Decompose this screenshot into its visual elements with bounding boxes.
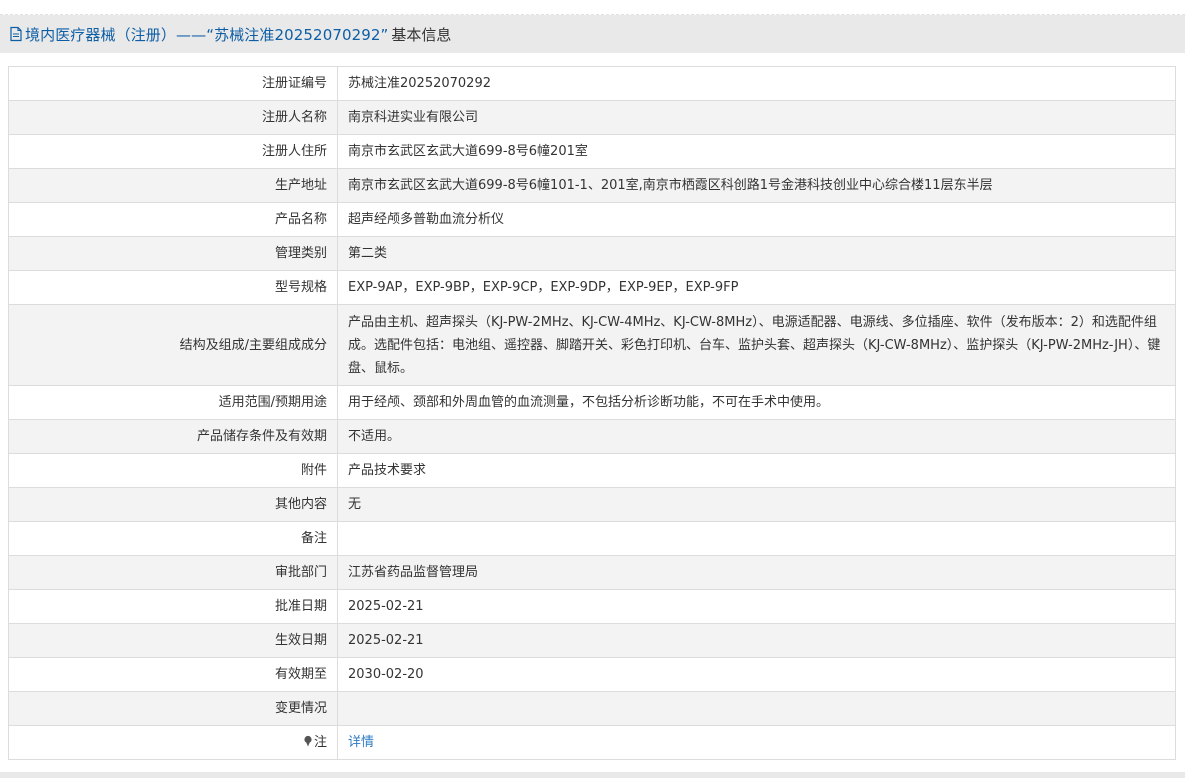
- table-row: 适用范围/预期用途 用于经颅、颈部和外周血管的血流测量，不包括分析诊断功能，不可在…: [8, 385, 1176, 420]
- field-label: 适用范围/预期用途: [8, 385, 338, 420]
- field-value: 不适用。: [337, 419, 1176, 454]
- table-row: 注册人住所 南京市玄武区玄武大道699-8号6幢201室: [8, 134, 1176, 169]
- field-value: EXP-9AP，EXP-9BP，EXP-9CP，EXP-9DP，EXP-9EP，…: [337, 270, 1176, 305]
- table-row: 产品名称 超声经颅多普勒血流分析仪: [8, 202, 1176, 237]
- table-row: 产品储存条件及有效期 不适用。: [8, 419, 1176, 454]
- table-row: 管理类别 第二类: [8, 236, 1176, 271]
- details-link[interactable]: 详情: [348, 735, 374, 750]
- table-row: 备注: [8, 521, 1176, 556]
- bottom-bar: [0, 772, 1185, 778]
- field-value: 南京市玄武区玄武大道699-8号6幢101-1、201室,南京市栖霞区科创路1号…: [337, 168, 1176, 203]
- table-row: 生效日期 2025-02-21: [8, 623, 1176, 658]
- field-value: 苏械注准20252070292: [337, 66, 1176, 101]
- field-value: 第二类: [337, 236, 1176, 271]
- field-label: 管理类别: [8, 236, 338, 271]
- field-label: 审批部门: [8, 555, 338, 590]
- field-value: 江苏省药品监督管理局: [337, 555, 1176, 590]
- table-row: 附件 产品技术要求: [8, 453, 1176, 488]
- pin-icon: [303, 732, 313, 747]
- field-value: 产品由主机、超声探头（KJ-PW-2MHz、KJ-CW-4MHz、KJ-CW-8…: [337, 304, 1176, 386]
- table-row: 型号规格 EXP-9AP，EXP-9BP，EXP-9CP，EXP-9DP，EXP-…: [8, 270, 1176, 305]
- field-label: 其他内容: [8, 487, 338, 522]
- table-row: 变更情况: [8, 691, 1176, 726]
- field-label: 有效期至: [8, 657, 338, 692]
- top-strip: [0, 0, 1185, 15]
- page-header: 境内医疗器械（注册）——“苏械注准20252070292” 基本信息: [0, 15, 1185, 53]
- note-label-cell: 注: [8, 725, 338, 760]
- note-value-cell: 详情: [337, 725, 1176, 760]
- field-value: 南京科进实业有限公司: [337, 100, 1176, 135]
- field-value: [337, 691, 1176, 726]
- field-value: 2025-02-21: [337, 589, 1176, 624]
- table-row: 结构及组成/主要组成成分 产品由主机、超声探头（KJ-PW-2MHz、KJ-CW-…: [8, 304, 1176, 386]
- field-label: 批准日期: [8, 589, 338, 624]
- field-value: 产品技术要求: [337, 453, 1176, 488]
- field-label: 注册人名称: [8, 100, 338, 135]
- field-label: 型号规格: [8, 270, 338, 305]
- table-row: 生产地址 南京市玄武区玄武大道699-8号6幢101-1、201室,南京市栖霞区科…: [8, 168, 1176, 203]
- field-label: 备注: [8, 521, 338, 556]
- field-label: 产品储存条件及有效期: [8, 419, 338, 454]
- field-label: 附件: [8, 453, 338, 488]
- field-value: 2025-02-21: [337, 623, 1176, 658]
- table-row: 其他内容无: [8, 487, 1176, 522]
- field-label: 生效日期: [8, 623, 338, 658]
- document-icon: [9, 26, 23, 42]
- table-row: 有效期至 2030-02-20: [8, 657, 1176, 692]
- field-value: [337, 521, 1176, 556]
- table-row: 审批部门 江苏省药品监督管理局: [8, 555, 1176, 590]
- field-label: 变更情况: [8, 691, 338, 726]
- field-value: 超声经颅多普勒血流分析仪: [337, 202, 1176, 237]
- field-label: 产品名称: [8, 202, 338, 237]
- field-value: 南京市玄武区玄武大道699-8号6幢201室: [337, 134, 1176, 169]
- table-row: 批准日期 2025-02-21: [8, 589, 1176, 624]
- page-title-suffix: 基本信息: [391, 25, 452, 44]
- info-table: 注册证编号 苏械注准20252070292 注册人名称 南京科进实业有限公司 注册人住所…: [8, 66, 1176, 760]
- field-label: 注册证编号: [8, 66, 338, 101]
- field-label: 生产地址: [8, 168, 338, 203]
- field-value: 2030-02-20: [337, 657, 1176, 692]
- field-value: 用于经颅、颈部和外周血管的血流测量，不包括分析诊断功能，不可在手术中使用。: [337, 385, 1176, 420]
- table-row: 注册证编号 苏械注准20252070292: [8, 66, 1176, 101]
- page-title: 境内医疗器械（注册）——“苏械注准20252070292”: [25, 25, 389, 44]
- note-label: 注: [313, 735, 327, 750]
- field-label: 注册人住所: [8, 134, 338, 169]
- field-label: 结构及组成/主要组成成分: [8, 304, 338, 386]
- field-value: 无: [337, 487, 1176, 522]
- note-row: 注 详情: [8, 725, 1176, 760]
- table-row: 注册人名称 南京科进实业有限公司: [8, 100, 1176, 135]
